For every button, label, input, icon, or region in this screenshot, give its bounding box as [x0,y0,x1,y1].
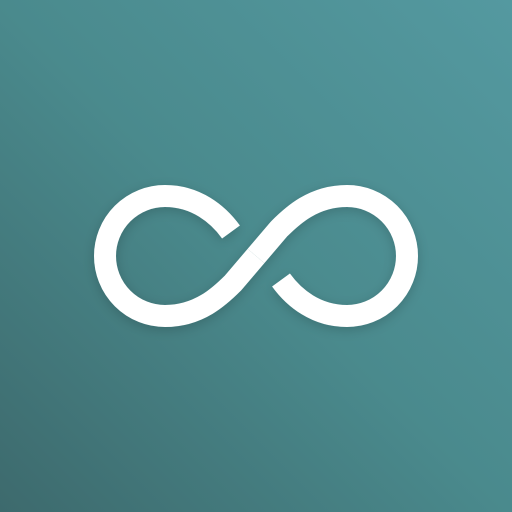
app-icon-artwork [0,0,512,512]
app-icon [0,0,512,512]
